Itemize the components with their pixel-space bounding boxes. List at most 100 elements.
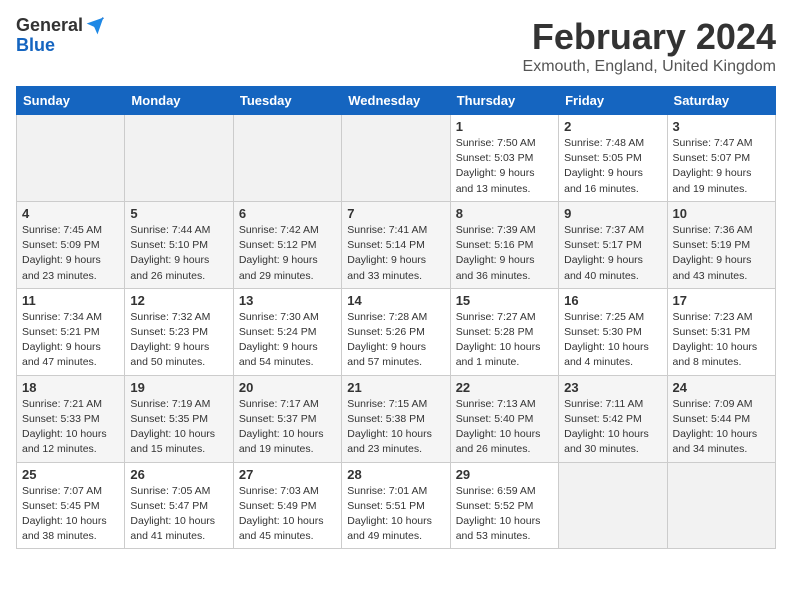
title-block: February 2024 Exmouth, England, United K…	[523, 16, 776, 76]
day-detail: Sunrise: 7:09 AM Sunset: 5:44 PM Dayligh…	[673, 397, 770, 458]
day-detail: Sunrise: 7:21 AM Sunset: 5:33 PM Dayligh…	[22, 397, 119, 458]
day-detail: Sunrise: 7:45 AM Sunset: 5:09 PM Dayligh…	[22, 223, 119, 284]
day-detail: Sunrise: 7:44 AM Sunset: 5:10 PM Dayligh…	[130, 223, 227, 284]
day-detail: Sunrise: 7:11 AM Sunset: 5:42 PM Dayligh…	[564, 397, 661, 458]
day-number: 7	[347, 206, 444, 221]
day-detail: Sunrise: 7:39 AM Sunset: 5:16 PM Dayligh…	[456, 223, 553, 284]
calendar-day-1: 1 Sunrise: 7:50 AM Sunset: 5:03 PM Daylig…	[450, 115, 558, 202]
calendar-day-empty	[125, 115, 233, 202]
day-detail: Sunrise: 7:32 AM Sunset: 5:23 PM Dayligh…	[130, 310, 227, 371]
calendar-day-empty	[233, 115, 341, 202]
calendar-day-empty	[342, 115, 450, 202]
day-detail: Sunrise: 7:34 AM Sunset: 5:21 PM Dayligh…	[22, 310, 119, 371]
logo-general: General	[16, 15, 83, 35]
calendar-day-14: 14Sunrise: 7:28 AM Sunset: 5:26 PM Dayli…	[342, 288, 450, 375]
calendar-day-6: 6 Sunrise: 7:42 AM Sunset: 5:12 PM Daylig…	[233, 201, 341, 288]
calendar-week-row: 25 Sunrise: 7:07 AM Sunset: 5:45 PM Dayli…	[17, 462, 776, 549]
day-detail: Sunrise: 7:36 AM Sunset: 5:19 PM Dayligh…	[673, 223, 770, 284]
weekday-header-thursday: Thursday	[450, 87, 558, 115]
calendar-day-27: 27Sunrise: 7:03 AM Sunset: 5:49 PM Dayli…	[233, 462, 341, 549]
day-number: 12	[130, 293, 227, 308]
day-number: 13	[239, 293, 336, 308]
day-detail: Sunrise: 7:50 AM Sunset: 5:03 PM Dayligh…	[456, 136, 553, 197]
calendar-week-row: 11 Sunrise: 7:34 AM Sunset: 5:21 PM Dayli…	[17, 288, 776, 375]
day-number: 16	[564, 293, 661, 308]
day-number: 20	[239, 380, 336, 395]
day-number: 28	[347, 467, 444, 482]
day-detail: Sunrise: 7:05 AM Sunset: 5:47 PM Dayligh…	[130, 484, 227, 545]
calendar-day-4: 4Sunrise: 7:45 AM Sunset: 5:09 PM Daylig…	[17, 201, 125, 288]
calendar-day-9: 9 Sunrise: 7:37 AM Sunset: 5:17 PM Daylig…	[559, 201, 667, 288]
calendar-header-row: SundayMondayTuesdayWednesdayThursdayFrid…	[17, 87, 776, 115]
calendar-day-17: 17 Sunrise: 7:23 AM Sunset: 5:31 PM Dayli…	[667, 288, 775, 375]
calendar-day-20: 20Sunrise: 7:17 AM Sunset: 5:37 PM Dayli…	[233, 375, 341, 462]
location-subtitle: Exmouth, England, United Kingdom	[523, 58, 776, 76]
calendar-day-5: 5 Sunrise: 7:44 AM Sunset: 5:10 PM Daylig…	[125, 201, 233, 288]
calendar-day-13: 13 Sunrise: 7:30 AM Sunset: 5:24 PM Dayli…	[233, 288, 341, 375]
calendar-day-7: 7 Sunrise: 7:41 AM Sunset: 5:14 PM Daylig…	[342, 201, 450, 288]
day-number: 24	[673, 380, 770, 395]
calendar-day-10: 10 Sunrise: 7:36 AM Sunset: 5:19 PM Dayli…	[667, 201, 775, 288]
day-detail: Sunrise: 7:27 AM Sunset: 5:28 PM Dayligh…	[456, 310, 553, 371]
day-number: 5	[130, 206, 227, 221]
calendar-day-24: 24 Sunrise: 7:09 AM Sunset: 5:44 PM Dayli…	[667, 375, 775, 462]
calendar-day-29: 29 Sunrise: 6:59 AM Sunset: 5:52 PM Dayli…	[450, 462, 558, 549]
day-number: 25	[22, 467, 119, 482]
day-detail: Sunrise: 7:37 AM Sunset: 5:17 PM Dayligh…	[564, 223, 661, 284]
day-number: 21	[347, 380, 444, 395]
day-detail: Sunrise: 7:23 AM Sunset: 5:31 PM Dayligh…	[673, 310, 770, 371]
logo-blue: Blue	[16, 35, 55, 55]
day-number: 19	[130, 380, 227, 395]
day-detail: Sunrise: 6:59 AM Sunset: 5:52 PM Dayligh…	[456, 484, 553, 545]
logo-bird-icon	[85, 16, 105, 36]
day-detail: Sunrise: 7:15 AM Sunset: 5:38 PM Dayligh…	[347, 397, 444, 458]
day-number: 2	[564, 119, 661, 134]
calendar-day-19: 19Sunrise: 7:19 AM Sunset: 5:35 PM Dayli…	[125, 375, 233, 462]
calendar-day-21: 21 Sunrise: 7:15 AM Sunset: 5:38 PM Dayli…	[342, 375, 450, 462]
logo: General Blue	[16, 16, 105, 56]
calendar-table: SundayMondayTuesdayWednesdayThursdayFrid…	[16, 86, 776, 549]
day-detail: Sunrise: 7:30 AM Sunset: 5:24 PM Dayligh…	[239, 310, 336, 371]
day-number: 26	[130, 467, 227, 482]
day-number: 3	[673, 119, 770, 134]
calendar-day-3: 3Sunrise: 7:47 AM Sunset: 5:07 PM Daylig…	[667, 115, 775, 202]
calendar-day-15: 15 Sunrise: 7:27 AM Sunset: 5:28 PM Dayli…	[450, 288, 558, 375]
calendar-day-22: 22Sunrise: 7:13 AM Sunset: 5:40 PM Dayli…	[450, 375, 558, 462]
calendar-day-empty	[667, 462, 775, 549]
day-number: 10	[673, 206, 770, 221]
day-number: 11	[22, 293, 119, 308]
day-number: 1	[456, 119, 553, 134]
page-header: General Blue February 2024 Exmouth, Engl…	[16, 16, 776, 76]
day-detail: Sunrise: 7:48 AM Sunset: 5:05 PM Dayligh…	[564, 136, 661, 197]
day-detail: Sunrise: 7:25 AM Sunset: 5:30 PM Dayligh…	[564, 310, 661, 371]
day-number: 9	[564, 206, 661, 221]
calendar-body: 1 Sunrise: 7:50 AM Sunset: 5:03 PM Daylig…	[17, 115, 776, 549]
day-detail: Sunrise: 7:07 AM Sunset: 5:45 PM Dayligh…	[22, 484, 119, 545]
calendar-week-row: 4Sunrise: 7:45 AM Sunset: 5:09 PM Daylig…	[17, 201, 776, 288]
day-number: 15	[456, 293, 553, 308]
calendar-day-18: 18 Sunrise: 7:21 AM Sunset: 5:33 PM Dayli…	[17, 375, 125, 462]
day-number: 17	[673, 293, 770, 308]
day-number: 23	[564, 380, 661, 395]
weekday-header-monday: Monday	[125, 87, 233, 115]
calendar-day-12: 12 Sunrise: 7:32 AM Sunset: 5:23 PM Dayli…	[125, 288, 233, 375]
day-detail: Sunrise: 7:41 AM Sunset: 5:14 PM Dayligh…	[347, 223, 444, 284]
month-year-title: February 2024	[523, 16, 776, 58]
calendar-day-empty	[559, 462, 667, 549]
calendar-day-23: 23 Sunrise: 7:11 AM Sunset: 5:42 PM Dayli…	[559, 375, 667, 462]
logo-text-block: General Blue	[16, 16, 105, 56]
day-number: 18	[22, 380, 119, 395]
day-detail: Sunrise: 7:28 AM Sunset: 5:26 PM Dayligh…	[347, 310, 444, 371]
calendar-day-empty	[17, 115, 125, 202]
weekday-header-friday: Friday	[559, 87, 667, 115]
calendar-day-16: 16 Sunrise: 7:25 AM Sunset: 5:30 PM Dayli…	[559, 288, 667, 375]
day-number: 6	[239, 206, 336, 221]
day-detail: Sunrise: 7:42 AM Sunset: 5:12 PM Dayligh…	[239, 223, 336, 284]
day-detail: Sunrise: 7:01 AM Sunset: 5:51 PM Dayligh…	[347, 484, 444, 545]
calendar-day-28: 28 Sunrise: 7:01 AM Sunset: 5:51 PM Dayli…	[342, 462, 450, 549]
day-number: 29	[456, 467, 553, 482]
calendar-day-2: 2 Sunrise: 7:48 AM Sunset: 5:05 PM Daylig…	[559, 115, 667, 202]
calendar-week-row: 18 Sunrise: 7:21 AM Sunset: 5:33 PM Dayli…	[17, 375, 776, 462]
calendar-day-11: 11 Sunrise: 7:34 AM Sunset: 5:21 PM Dayli…	[17, 288, 125, 375]
day-number: 27	[239, 467, 336, 482]
